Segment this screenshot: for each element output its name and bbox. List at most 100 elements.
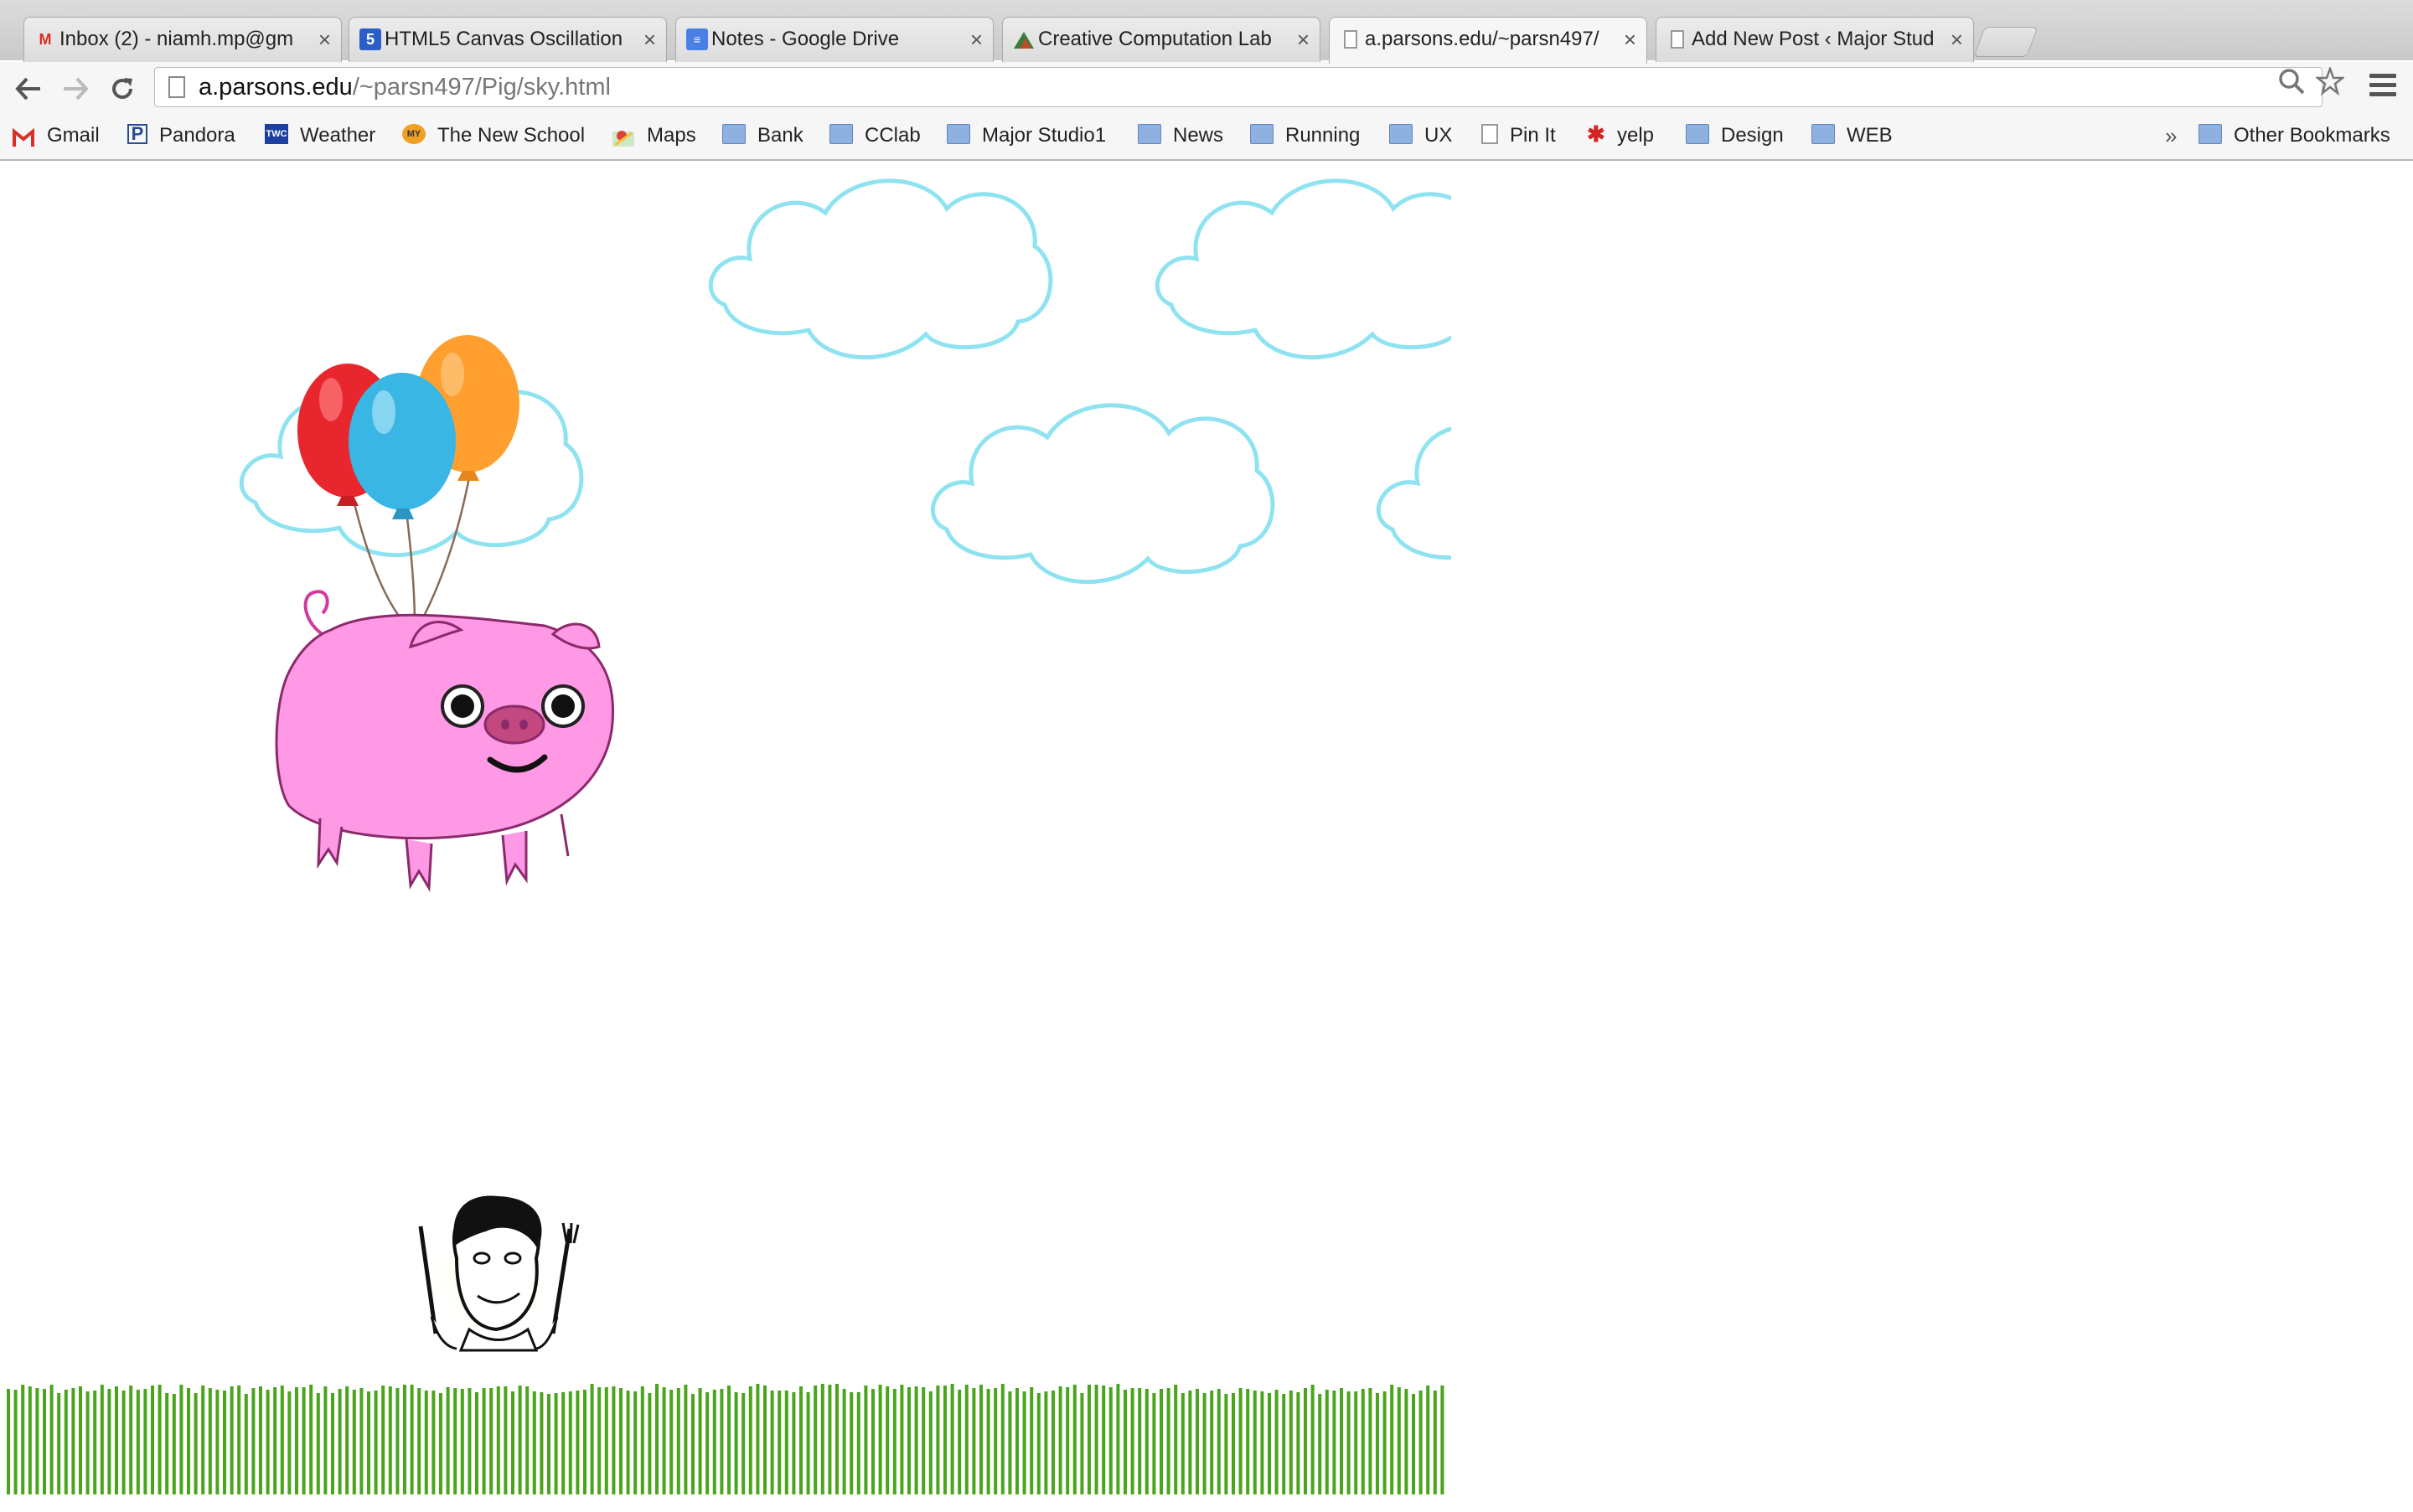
grass-blade [871, 1389, 875, 1494]
grass-blade [655, 1384, 659, 1494]
grass-blade [799, 1386, 803, 1494]
grass-blade [900, 1385, 904, 1494]
bookmark-web[interactable]: WEB [1811, 117, 1893, 159]
tab-sky-page[interactable]: a.parsons.edu/~parsn497/ × [1329, 17, 1647, 64]
grass-blade [489, 1388, 493, 1494]
bookmark-major-studio1[interactable]: Major Studio1 [947, 117, 1106, 159]
back-button[interactable] [10, 70, 47, 107]
hungry-man-sprite [418, 1195, 580, 1352]
new-tab-button[interactable] [1973, 27, 2038, 57]
grass-blade [1404, 1389, 1408, 1494]
grass-blade [734, 1392, 738, 1494]
bookmarks-bar: Gmail P Pandora TWC Weather MY The New Scho… [0, 117, 2413, 161]
grass-blade [1260, 1391, 1264, 1494]
grass-blade [784, 1391, 788, 1494]
tab-title: a.parsons.edu/~parsn497/ [1365, 28, 1599, 50]
bookmark-label: News [1173, 124, 1224, 147]
bookmarks-overflow-button[interactable]: » [2165, 117, 2177, 159]
cloud [710, 181, 1051, 358]
bookmark-pandora[interactable]: P Pandora [127, 117, 235, 159]
grass-blade [93, 1391, 97, 1494]
grass-blade [1346, 1391, 1351, 1494]
grass-blade [842, 1389, 846, 1494]
bookmark-star-icon[interactable] [2314, 65, 2346, 102]
grass-blade [698, 1388, 702, 1494]
close-tab-icon[interactable]: × [318, 18, 331, 61]
grass-blade [1361, 1389, 1365, 1494]
grass-blade [115, 1386, 118, 1494]
folder-icon [947, 123, 970, 144]
tab-title: Creative Computation Lab [1038, 28, 1272, 50]
bookmark-ux[interactable]: UX [1389, 117, 1452, 159]
forward-button[interactable] [57, 70, 94, 107]
grass-blade [958, 1390, 962, 1494]
bookmark-design[interactable]: Design [1686, 117, 1784, 159]
menu-icon[interactable] [2369, 74, 2396, 99]
bookmark-label: Pandora [159, 124, 235, 147]
grass-blade [1174, 1385, 1178, 1494]
grass-blade [79, 1386, 82, 1494]
bookmark-label: yelp [1617, 124, 1655, 147]
tab-inbox[interactable]: M Inbox (2) - niamh.mp@gm × [23, 17, 342, 62]
grass-blade [381, 1386, 385, 1494]
grass-blade [100, 1385, 104, 1494]
folder-icon [722, 123, 746, 144]
close-tab-icon[interactable]: × [1951, 18, 1963, 61]
search-icon[interactable] [2277, 67, 2306, 102]
other-bookmarks-label: Other Bookmarks [2234, 124, 2390, 147]
grass-blade [215, 1390, 220, 1494]
grass-blade [850, 1392, 854, 1494]
bookmark-new-school[interactable]: MY The New School [402, 117, 585, 159]
grass-blade [1036, 1393, 1041, 1494]
arrow-left-icon [15, 77, 40, 101]
bookmark-running[interactable]: Running [1250, 117, 1360, 159]
gmail-icon: M [39, 31, 52, 48]
page-icon [168, 76, 185, 98]
bookmark-bank[interactable]: Bank [722, 117, 803, 159]
grass-blade [1066, 1387, 1070, 1494]
bookmark-pin-it[interactable]: Pin It [1481, 117, 1556, 159]
grass-blade [612, 1386, 616, 1494]
bookmark-label: The New School [437, 124, 586, 147]
url-path: /~parsn497/Pig/sky.html [352, 74, 611, 101]
sky-canvas [7, 161, 2413, 1494]
close-tab-icon[interactable]: × [970, 18, 983, 61]
grass-blade [705, 1392, 710, 1494]
bookmark-cclab[interactable]: CClab [829, 117, 921, 159]
tab-cclab[interactable]: Creative Computation Lab × [1002, 17, 1320, 62]
grass-blade [1354, 1391, 1358, 1494]
tab-title: Add New Post ‹ Major Stud [1692, 28, 1935, 50]
grass-blade [856, 1392, 860, 1494]
grass-blade [835, 1384, 839, 1494]
grass-blade [1217, 1389, 1221, 1494]
grass-blade [395, 1388, 400, 1494]
grass-blade [259, 1386, 262, 1494]
close-tab-icon[interactable]: × [1297, 18, 1310, 61]
grass-blade [727, 1386, 731, 1494]
grass-blade [482, 1388, 486, 1494]
grass-blade [619, 1388, 623, 1494]
tab-add-new-post[interactable]: Add New Post ‹ Major Stud × [1656, 17, 1974, 62]
tab-canvas-oscillation[interactable]: 5 HTML5 Canvas Oscillation × [349, 17, 667, 62]
grass-blade [1044, 1391, 1048, 1494]
grass-blade [194, 1393, 198, 1494]
bookmark-maps[interactable]: Maps [612, 117, 696, 159]
gmail-icon [12, 124, 35, 147]
close-tab-icon[interactable]: × [643, 18, 656, 61]
other-bookmarks[interactable]: Other Bookmarks [2199, 117, 2390, 159]
address-bar[interactable]: a.parsons.edu/~parsn497/Pig/sky.html [154, 67, 2323, 107]
cclab-icon [1013, 28, 1035, 50]
bookmark-yelp[interactable]: ✱ yelp [1587, 117, 1654, 159]
grass-blade [1152, 1393, 1156, 1494]
grass-blade [43, 1389, 46, 1494]
grass-blade [1094, 1385, 1098, 1494]
bookmark-gmail[interactable]: Gmail [12, 117, 100, 159]
close-tab-icon[interactable]: × [1624, 18, 1636, 61]
reload-button[interactable] [104, 70, 141, 107]
tab-notes-drive[interactable]: ≡ Notes - Google Drive × [675, 17, 994, 62]
grass-blade [453, 1388, 457, 1494]
bookmark-news[interactable]: News [1138, 117, 1223, 159]
balloon-blue [349, 373, 456, 519]
bookmark-weather[interactable]: TWC Weather [265, 117, 375, 159]
folder-icon [1250, 123, 1274, 144]
